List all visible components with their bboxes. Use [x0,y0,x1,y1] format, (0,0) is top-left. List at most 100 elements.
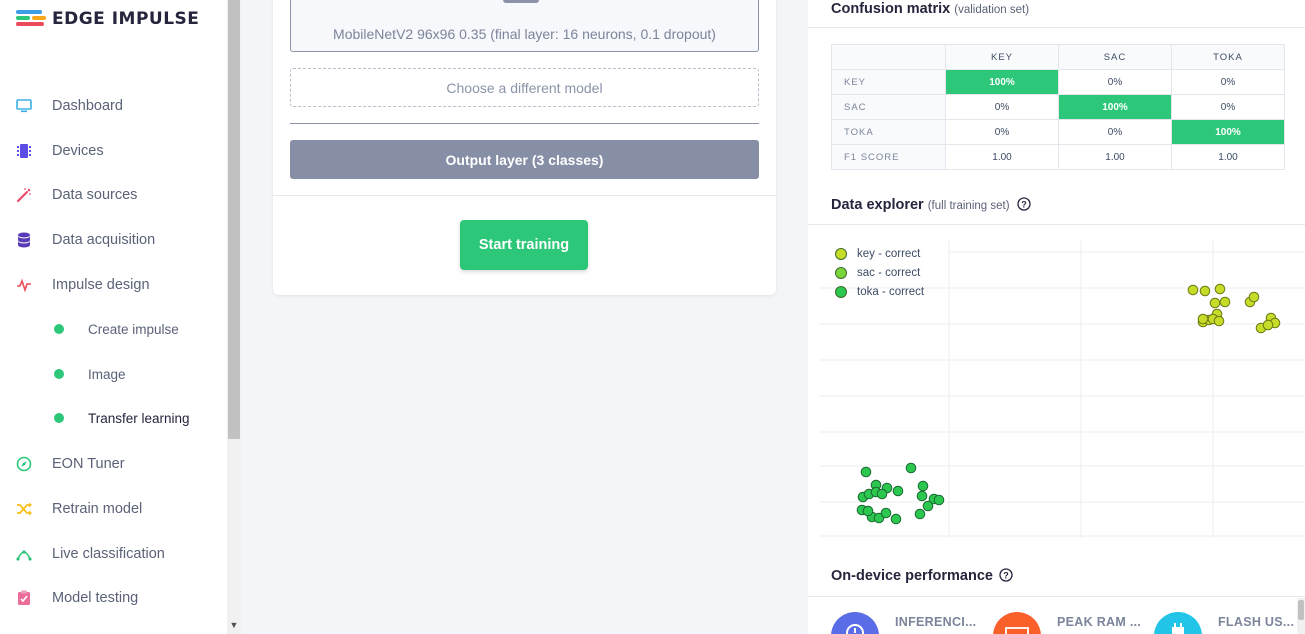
data-point[interactable] [1209,297,1221,309]
data-point[interactable] [862,505,874,517]
data-point[interactable] [914,508,926,520]
divider [808,27,1305,28]
divider [273,195,776,196]
table-cell: 1.00 [1058,144,1172,170]
legend-marker [835,267,847,279]
compass-icon [15,455,33,473]
magic-wand-icon [15,186,33,204]
sidebar-item-retrain-model[interactable]: Retrain model [0,494,227,524]
table-cell: 0% [945,119,1059,145]
scroll-down-arrow-icon[interactable]: ▼ [228,618,240,632]
metric-label: INFERENCI... [895,615,977,629]
table-cell: 100% [945,69,1059,95]
metric-label: PEAK RAM ... [1057,615,1142,629]
data-point[interactable] [1248,291,1260,303]
sidebar-item-eon-tuner[interactable]: EON Tuner [0,449,227,479]
data-point[interactable] [933,494,945,506]
results-scrollbar-thumb[interactable] [1298,600,1304,620]
table-cell: 100% [1058,94,1172,120]
data-point[interactable] [1262,319,1274,331]
table-row: KEY 100% 0% 0% [831,69,1285,95]
sidebar-item-label: Data acquisition [52,232,156,248]
row-header: TOKA [831,119,946,145]
sidebar-subitem-label: Transfer learning [88,410,190,426]
data-point[interactable] [876,488,888,500]
metric-peak-ram: PEAK RAM ... [993,612,1141,634]
pulse-icon [15,276,33,294]
metric-inferencing-time: INFERENCI... [831,612,976,634]
sidebar-item-data-acquisition[interactable]: Data acquisition [0,225,227,255]
data-point[interactable] [922,500,934,512]
legend-marker [835,248,847,260]
sidebar-subitem-image[interactable]: Image [0,360,227,388]
legend-label: key - correct [857,248,921,260]
data-point[interactable] [1199,285,1211,297]
sidebar-scrollbar-thumb[interactable] [228,0,240,439]
start-training-button[interactable]: Start training [460,220,588,270]
table-row: F1 SCORE 1.00 1.00 1.00 [831,144,1285,170]
table-cell: 0% [945,94,1059,120]
status-dot [54,324,64,334]
sidebar-item-label: Model testing [52,590,139,606]
sidebar-item-dashboard[interactable]: Dashboard [0,91,227,121]
ram-icon [993,612,1041,634]
row-header: KEY [831,69,946,95]
choose-different-model-button[interactable]: Choose a different model [290,68,759,107]
data-explorer-plot[interactable]: key - correct sac - correct toka - corre… [819,240,1305,538]
question-circle-icon[interactable]: ? [999,568,1013,582]
on-device-performance-title: On-device performance ? [831,568,1013,584]
data-point[interactable] [916,490,928,502]
metric-flash-usage: FLASH US... [1154,612,1294,634]
data-point[interactable] [1187,284,1199,296]
chip-icon [15,142,33,160]
question-circle-icon[interactable]: ? [1016,197,1031,211]
legend-item[interactable]: toka - correct [835,286,924,298]
sidebar-item-data-sources[interactable]: Data sources [0,180,227,210]
row-header: F1 SCORE [831,144,946,170]
sidebar-item-model-testing[interactable]: Model testing [0,583,227,613]
divider [808,596,1305,597]
flash-chip-icon [1154,612,1202,634]
data-point[interactable] [917,480,929,492]
sidebar-subitem-transfer-learning[interactable]: Transfer learning [0,404,227,432]
legend-item[interactable]: key - correct [835,248,920,260]
table-cell: 0% [1058,119,1172,145]
table-cell: 1.00 [945,144,1059,170]
live-icon [15,545,33,563]
sidebar-subitem-create-impulse[interactable]: Create impulse [0,315,227,343]
column-header: TOKA [1171,44,1285,70]
data-point[interactable] [1214,283,1226,295]
sidebar-subitem-label: Image [88,366,126,382]
clipboard-check-icon [15,589,33,607]
table-cell: 100% [1171,119,1285,145]
scatter-plot[interactable] [819,240,1305,538]
sidebar-item-devices[interactable]: Devices [0,136,227,166]
data-point[interactable] [905,462,917,474]
data-point[interactable] [890,513,902,525]
table-cell: 1.00 [1171,144,1285,170]
table-corner [831,44,946,70]
sidebar-item-label: Dashboard [52,98,123,114]
data-point[interactable] [1219,296,1231,308]
model-drag-handle[interactable] [503,0,539,3]
neural-network-card: MobileNetV2 96x96 0.35 (final layer: 16 … [273,0,776,295]
sidebar-item-label: Devices [52,143,104,159]
data-point[interactable] [892,485,904,497]
data-point[interactable] [880,507,892,519]
monitor-icon [15,97,33,115]
logo[interactable]: EDGE IMPULSE [16,9,199,29]
data-point[interactable] [1197,313,1209,325]
data-point[interactable] [1213,315,1225,327]
model-block[interactable]: MobileNetV2 96x96 0.35 (final layer: 16 … [290,0,759,52]
sidebar-item-label: Live classification [52,546,165,562]
sidebar-item-label: Impulse design [52,277,150,293]
data-point[interactable] [860,466,872,478]
sidebar-item-impulse-design[interactable]: Impulse design [0,270,227,300]
legend-item[interactable]: sac - correct [835,267,920,279]
database-icon [15,231,33,249]
confusion-matrix-title: Confusion matrix (validation set) [831,1,1030,17]
sidebar: EDGE IMPULSE Dashboard Devices Data sour… [0,0,227,634]
points-key-correct [1187,283,1281,334]
sidebar-item-live-classification[interactable]: Live classification [0,539,227,569]
svg-text:?: ? [1003,571,1009,581]
